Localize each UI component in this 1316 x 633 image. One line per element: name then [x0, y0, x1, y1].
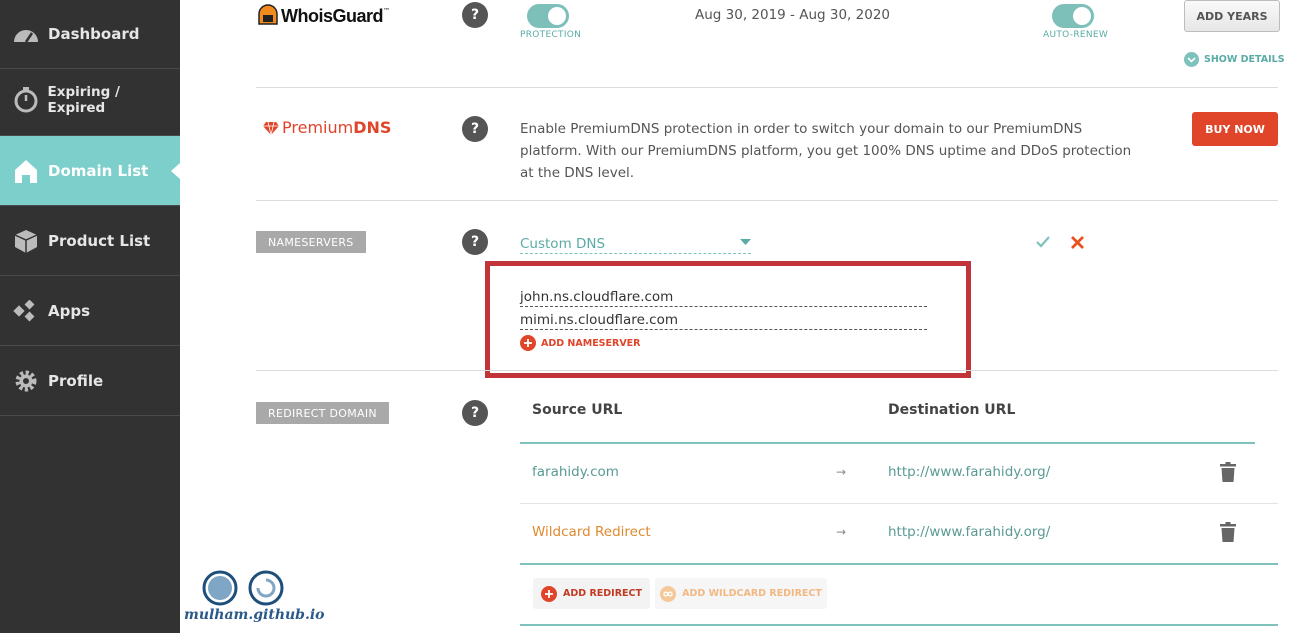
caret-down-icon [740, 239, 751, 245]
sidebar-item-label: Expiring / Expired [47, 84, 120, 116]
diamond-icon [263, 121, 279, 135]
premiumdns-logo-text-a: Premium [282, 118, 354, 137]
nameserver-value: mimi.ns.cloudflare.com [520, 312, 678, 328]
premiumdns-description-line: at the DNS level. [520, 165, 635, 181]
apps-icon [12, 297, 40, 325]
add-years-button[interactable]: ADD YEARS [1184, 0, 1280, 32]
help-icon[interactable]: ? [462, 2, 488, 28]
nameservers-tag: NAMESERVERS [256, 231, 366, 253]
redirect-destination[interactable]: http://www.farahidy.org/ [888, 524, 1050, 540]
buy-now-button[interactable]: BUY NOW [1192, 112, 1278, 146]
dns-type-value: Custom DNS [520, 236, 606, 252]
sidebar-item-domain-list[interactable]: Domain List [0, 136, 180, 206]
sidebar-item-expiring[interactable]: Expiring / Expired [0, 65, 180, 136]
section-bottom-line [520, 624, 1278, 626]
sidebar-item-label: Dashboard [48, 25, 140, 43]
divider [256, 87, 1278, 88]
trash-icon[interactable] [1220, 522, 1236, 542]
nameserver-input-1[interactable]: john.ns.cloudflare.com [520, 286, 927, 307]
add-wildcard-redirect-label: ADD WILDCARD REDIRECT [682, 588, 822, 599]
autorenew-toggle[interactable] [1052, 4, 1094, 28]
whoisguard-helmet-icon [258, 4, 278, 25]
dns-type-select[interactable]: Custom DNS [520, 233, 751, 254]
divider [256, 200, 1278, 201]
premiumdns-description-line: Enable PremiumDNS protection in order to… [520, 121, 1083, 137]
help-icon[interactable]: ? [462, 229, 488, 255]
nameserver-input-2[interactable]: mimi.ns.cloudflare.com [520, 309, 927, 330]
premiumdns-logo-text-b: DNS [353, 118, 392, 137]
add-nameserver-button[interactable]: ADD NAMESERVER [520, 335, 640, 351]
trash-icon[interactable] [1220, 462, 1236, 482]
sidebar-item-apps[interactable]: Apps [0, 276, 180, 346]
infinity-circle-icon [660, 585, 677, 602]
add-redirect-button[interactable]: ADD REDIRECT [533, 578, 650, 609]
redirect-domain-tag: REDIRECT DOMAIN [256, 402, 389, 424]
sidebar-item-label: Apps [48, 301, 91, 320]
sidebar-item-label: Product List [48, 231, 151, 250]
arrow-right-icon: → [836, 525, 847, 539]
plus-circle-icon [520, 335, 536, 351]
premiumdns-description: Enable PremiumDNS protection in order to… [520, 118, 1131, 184]
whoisguard-logo-tm: ™ [383, 7, 390, 15]
protection-label: PROTECTION [520, 30, 582, 40]
row-divider [520, 503, 1278, 504]
watermark-text: mulham.github.io [184, 607, 325, 623]
protection-toggle[interactable] [527, 4, 569, 28]
sidebar-item-product-list[interactable]: Product List [0, 206, 180, 276]
show-details-link[interactable]: SHOW DETAILS [1184, 52, 1285, 67]
autorenew-label: AUTO-RENEW [1043, 30, 1109, 40]
redirect-destination[interactable]: http://www.farahidy.org/ [888, 464, 1050, 480]
home-icon [12, 157, 40, 185]
whoisguard-dates: Aug 30, 2019 - Aug 30, 2020 [695, 7, 890, 23]
premiumdns-description-line: platform. With our PremiumDNS platform, … [520, 143, 1132, 159]
destination-url-header: Destination URL [888, 402, 1016, 418]
divider [256, 370, 1278, 371]
table-header-line [520, 442, 1255, 444]
add-redirect-label: ADD REDIRECT [563, 588, 642, 599]
sidebar-item-dashboard[interactable]: Dashboard [0, 0, 180, 69]
premiumdns-logo: Premium DNS [263, 118, 391, 137]
chevron-down-icon [1184, 52, 1199, 67]
help-icon[interactable]: ? [462, 400, 488, 426]
plus-circle-icon [541, 585, 558, 602]
sidebar-item-profile[interactable]: Profile [0, 346, 180, 416]
confirm-check-icon[interactable] [1036, 236, 1050, 248]
redirect-source-wildcard[interactable]: Wildcard Redirect [532, 524, 651, 540]
source-url-header: Source URL [532, 402, 623, 418]
add-wildcard-redirect-button[interactable]: ADD WILDCARD REDIRECT [655, 578, 827, 609]
table-footer-line [520, 563, 1278, 565]
nameserver-value: john.ns.cloudflare.com [520, 289, 674, 305]
arrow-right-icon: → [836, 465, 847, 479]
gear-icon [12, 367, 40, 395]
stopwatch-icon [12, 86, 40, 114]
sidebar: Dashboard Expiring / Expired Domain List… [0, 0, 180, 633]
help-icon[interactable]: ? [462, 116, 488, 142]
show-details-label: SHOW DETAILS [1204, 54, 1285, 65]
box-icon [12, 227, 40, 255]
speedometer-icon [12, 20, 40, 48]
sidebar-item-label: Profile [48, 371, 104, 390]
watermark-logo [202, 570, 284, 606]
whoisguard-logo: WhoisGuard ™ [256, 4, 390, 28]
cancel-close-icon[interactable] [1071, 236, 1084, 249]
sidebar-item-label: Domain List [48, 161, 149, 180]
add-nameserver-label: ADD NAMESERVER [541, 337, 641, 349]
redirect-source[interactable]: farahidy.com [532, 464, 619, 480]
whoisguard-logo-text: WhoisGuard [281, 5, 384, 26]
